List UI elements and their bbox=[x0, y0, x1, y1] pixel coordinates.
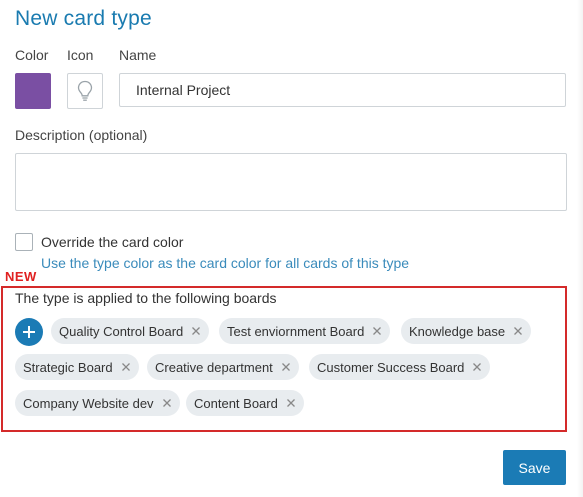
override-help-text: Use the type color as the card color for… bbox=[41, 255, 410, 271]
remove-icon[interactable] bbox=[281, 362, 291, 372]
board-chip: Quality Control Board bbox=[51, 318, 210, 344]
board-chip-label: Content Board bbox=[194, 395, 278, 411]
board-chip-label: Knowledge base bbox=[409, 323, 506, 339]
remove-icon[interactable] bbox=[162, 398, 172, 408]
page-title: New card type bbox=[15, 7, 152, 30]
color-swatch[interactable] bbox=[15, 73, 51, 109]
name-input[interactable] bbox=[119, 73, 566, 107]
override-label: Override the card color bbox=[41, 234, 184, 250]
board-chip-label: Customer Success Board bbox=[317, 359, 465, 375]
save-button[interactable]: Save bbox=[503, 450, 566, 485]
board-chip: Strategic Board bbox=[15, 354, 139, 380]
plus-icon bbox=[23, 326, 35, 338]
new-badge: NEW bbox=[5, 269, 37, 284]
board-chip: Customer Success Board bbox=[309, 354, 491, 380]
remove-icon[interactable] bbox=[472, 362, 482, 372]
description-label: Description (optional) bbox=[15, 127, 148, 143]
remove-icon[interactable] bbox=[286, 398, 296, 408]
remove-icon[interactable] bbox=[191, 326, 201, 336]
board-chip: Knowledge base bbox=[401, 318, 532, 344]
remove-icon[interactable] bbox=[372, 326, 382, 336]
panel-edge-shadow bbox=[577, 0, 583, 497]
remove-icon[interactable] bbox=[121, 362, 131, 372]
board-chip-label: Company Website dev bbox=[23, 395, 154, 411]
icon-label: Icon bbox=[67, 47, 94, 63]
color-label: Color bbox=[15, 47, 49, 63]
board-chip: Test enviornment Board bbox=[219, 318, 391, 344]
name-label: Name bbox=[119, 47, 157, 63]
add-board-button[interactable] bbox=[15, 318, 43, 346]
lightbulb-icon bbox=[77, 80, 93, 101]
board-chip: Company Website dev bbox=[15, 390, 180, 416]
board-chip-label: Quality Control Board bbox=[59, 323, 184, 339]
board-chip-label: Strategic Board bbox=[23, 359, 113, 375]
description-field[interactable] bbox=[15, 153, 567, 211]
override-checkbox[interactable] bbox=[15, 233, 33, 251]
remove-icon[interactable] bbox=[513, 326, 523, 336]
boards-label: The type is applied to the following boa… bbox=[15, 290, 277, 306]
board-chip: Creative department bbox=[147, 354, 299, 380]
icon-picker[interactable] bbox=[67, 73, 103, 109]
board-chip-label: Test enviornment Board bbox=[227, 323, 365, 339]
board-chip-label: Creative department bbox=[155, 359, 273, 375]
board-chip: Content Board bbox=[186, 390, 304, 416]
